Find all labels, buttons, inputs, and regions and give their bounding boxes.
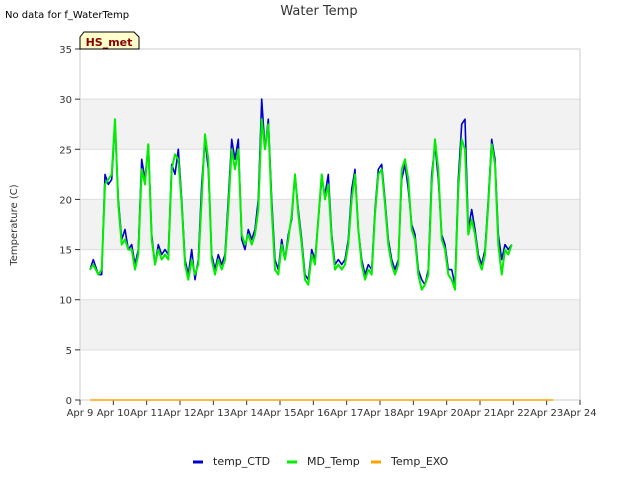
badge-label: HS_met	[86, 36, 133, 49]
x-tick-label: Apr 9	[67, 408, 94, 419]
no-data-notice: No data for f_WaterTemp	[5, 10, 129, 21]
plot-band	[80, 99, 580, 150]
plot-band	[80, 49, 580, 100]
x-tick-label: Apr 14	[230, 408, 263, 419]
legend: temp_CTD MD_Temp Temp_EXO	[193, 455, 449, 468]
x-tick-label: Apr 10	[97, 408, 130, 419]
x-axis: Apr 9 Apr 10 Apr 11 Apr 12 Apr 13 Apr 14 Apr 1…	[67, 400, 597, 419]
legend-label: Temp_EXO	[390, 455, 449, 468]
y-axis-label: Temperature (C)	[9, 184, 20, 266]
y-tick-label: 15	[59, 246, 72, 257]
chart-title: Water Temp	[280, 4, 357, 19]
x-tick-label: Apr 18	[363, 408, 396, 419]
plot-band	[80, 299, 580, 350]
y-tick-label: 5	[66, 346, 72, 357]
water-temp-chart: No data for f_WaterTemp Water Temp 0 5 10 1…	[5, 4, 597, 468]
x-tick-label: Apr 20	[430, 408, 463, 419]
x-tick-label: Apr 11	[130, 408, 163, 419]
x-tick-label: Apr 17	[330, 408, 363, 419]
x-tick-label: Apr 23	[530, 408, 563, 419]
plot-band	[80, 349, 580, 400]
x-tick-label: Apr 12	[163, 408, 196, 419]
y-tick-label: 35	[59, 45, 72, 56]
x-tick-label: Apr 19	[397, 408, 430, 419]
y-tick-label: 30	[59, 95, 72, 106]
hs-met-badge: HS_met	[79, 31, 140, 50]
x-tick-label: Apr 24	[563, 408, 596, 419]
y-axis: 0 5 10 15 20 25 30 35	[59, 45, 80, 407]
x-tick-label: Apr 16	[297, 408, 330, 419]
y-tick-label: 10	[59, 296, 72, 307]
y-tick-label: 25	[59, 145, 72, 156]
x-tick-label: Apr 22	[497, 408, 530, 419]
legend-label: MD_Temp	[307, 455, 360, 468]
x-tick-label: Apr 15	[263, 408, 296, 419]
x-tick-label: Apr 21	[463, 408, 496, 419]
legend-label: temp_CTD	[213, 455, 270, 468]
x-tick-label: Apr 13	[197, 408, 230, 419]
y-tick-label: 20	[59, 195, 72, 206]
y-tick-label: 0	[66, 396, 72, 407]
